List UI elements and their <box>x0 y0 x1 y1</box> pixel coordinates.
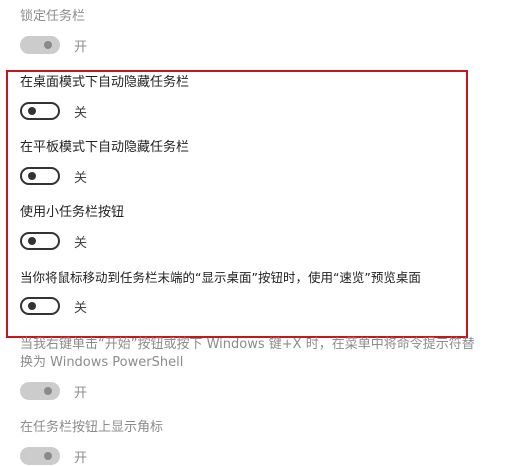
toggle-row: 开 <box>20 446 513 466</box>
setting-label: 锁定任务栏 <box>20 9 86 24</box>
toggle-state-label: 关 <box>74 235 88 251</box>
toggle-knob <box>44 452 52 460</box>
auto-hide-tablet-toggle[interactable] <box>20 167 60 185</box>
setting-label: 在平板模式下自动隐藏任务栏 <box>20 140 190 155</box>
peek-desktop-toggle[interactable] <box>20 297 60 315</box>
toggle-state-label: 关 <box>74 105 88 121</box>
setting-lock-taskbar: 锁定任务栏 开 <box>20 8 513 55</box>
setting-label: 在桌面模式下自动隐藏任务栏 <box>20 75 190 90</box>
toggle-state-label: 开 <box>74 385 88 401</box>
toggle-row: 关 <box>20 231 513 251</box>
toggle-knob <box>28 237 36 245</box>
toggle-knob <box>44 41 52 49</box>
setting-auto-hide-tablet: 在平板模式下自动隐藏任务栏 关 <box>20 139 513 186</box>
auto-hide-desktop-toggle[interactable] <box>20 102 60 120</box>
setting-label: 当你将鼠标移动到任务栏末端的“显示桌面”按钮时，使用“速览”预览桌面 <box>20 270 421 285</box>
toggle-state-label: 关 <box>74 170 88 186</box>
toggle-knob <box>28 302 36 310</box>
setting-label: 当我右键单击“开始”按钮或按下 Windows 键+X 时，在菜单中将命令提示符… <box>20 337 475 370</box>
small-buttons-toggle[interactable] <box>20 232 60 250</box>
setting-small-buttons: 使用小任务栏按钮 关 <box>20 204 513 251</box>
powershell-replace-toggle[interactable] <box>20 382 60 400</box>
toggle-row: 关 <box>20 166 513 186</box>
setting-label: 使用小任务栏按钮 <box>20 205 125 220</box>
setting-auto-hide-desktop: 在桌面模式下自动隐藏任务栏 关 <box>20 74 513 121</box>
taskbar-settings-page: 锁定任务栏 开 在桌面模式下自动隐藏任务栏 关 在平板模式下自动隐藏任务栏 关 … <box>0 0 525 466</box>
toggle-knob <box>28 107 36 115</box>
lock-taskbar-toggle[interactable] <box>20 36 60 54</box>
toggle-row: 开 <box>20 381 513 401</box>
setting-show-badges: 在任务栏按钮上显示角标 开 <box>20 419 513 466</box>
toggle-state-label: 开 <box>74 39 88 55</box>
toggle-knob <box>44 387 52 395</box>
setting-peek-desktop: 当你将鼠标移动到任务栏末端的“显示桌面”按钮时，使用“速览”预览桌面 关 <box>20 269 513 316</box>
show-badges-toggle[interactable] <box>20 447 60 465</box>
toggle-row: 关 <box>20 296 513 316</box>
setting-powershell-replace: 当我右键单击“开始”按钮或按下 Windows 键+X 时，在菜单中将命令提示符… <box>20 336 513 401</box>
toggle-state-label: 开 <box>74 450 88 466</box>
toggle-state-label: 关 <box>74 300 88 316</box>
toggle-row: 关 <box>20 101 513 121</box>
toggle-knob <box>28 172 36 180</box>
setting-label: 在任务栏按钮上显示角标 <box>20 420 164 435</box>
toggle-row: 开 <box>20 35 513 55</box>
